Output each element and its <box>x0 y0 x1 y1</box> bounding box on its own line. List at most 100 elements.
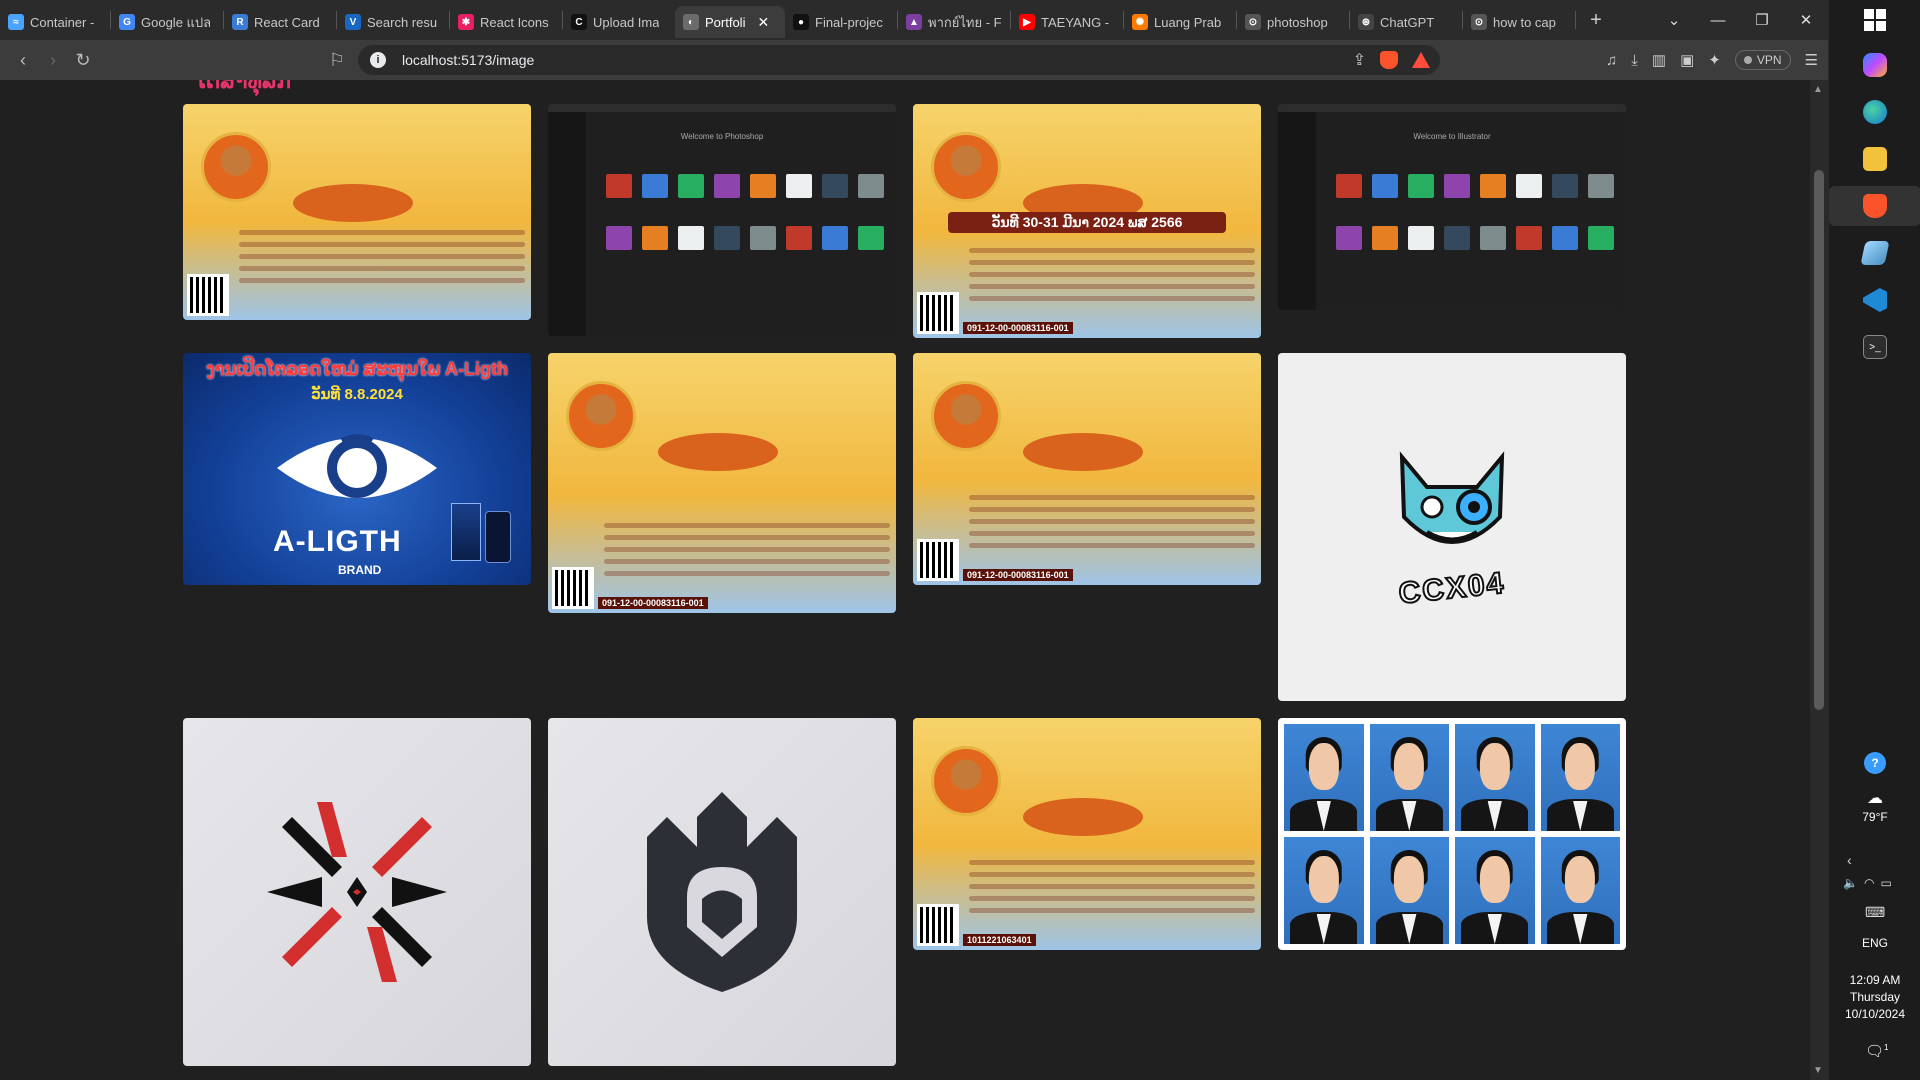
browser-tab[interactable]: ✺ Luang Prab <box>1124 6 1236 38</box>
logo-dark-shield[interactable] <box>548 718 896 1066</box>
keyboard-icon[interactable]: ⌨ <box>1865 904 1885 921</box>
address-bar[interactable]: i localhost:5173/image ⇪ <box>358 45 1440 75</box>
browser-tab[interactable]: V Search resu <box>337 6 449 38</box>
browser-tab[interactable]: R React Card <box>224 6 336 38</box>
downloads-icon[interactable]: ⤓ <box>1631 52 1638 69</box>
back-arrow-icon[interactable]: ‹ <box>8 45 38 75</box>
tab-search-chevron-icon[interactable]: ⌄ <box>1652 0 1696 40</box>
file-explorer-app[interactable] <box>1851 139 1899 179</box>
url-text[interactable]: localhost:5173/image <box>402 52 534 68</box>
poster-donation-list[interactable]: 1011221063401 <box>913 718 1261 950</box>
text-line <box>969 519 1255 524</box>
qr-code <box>552 567 594 609</box>
browser-tab[interactable]: ⊛ ChatGPT <box>1350 6 1462 38</box>
brave-shields-icon[interactable] <box>1380 51 1398 69</box>
ccx04-mascot: CCX04 <box>1382 447 1522 611</box>
screenshot-illustrator-welcome[interactable]: Welcome to Illustrator <box>1278 104 1626 310</box>
vscode-app[interactable] <box>1851 280 1899 320</box>
tab-title: ChatGPT <box>1380 14 1435 30</box>
ad-a-ligth[interactable]: ງານເປີດໂຕລອດໃຫມ່ ສະໜຸນໃພ A-Ligth ວັນທີ 8.… <box>183 353 531 585</box>
bookmark-icon[interactable]: ⚐ <box>322 45 352 75</box>
tab-title: พากย์ไทย - F <box>928 14 1002 30</box>
notification-icon[interactable]: 🗨1 <box>1865 1042 1889 1060</box>
portfolio-icon: ◐ <box>683 14 699 30</box>
react-card-icon: R <box>232 14 248 30</box>
recent-file-thumbnail <box>1588 226 1614 250</box>
recent-file-thumbnail <box>1372 174 1398 198</box>
forward-arrow-icon[interactable]: › <box>38 45 68 75</box>
terminal-app[interactable]: >_ <box>1851 327 1899 367</box>
scroll-down-icon[interactable]: ▼ <box>1813 1065 1823 1076</box>
browser-tab[interactable]: ⊙ how to cap <box>1463 6 1575 38</box>
browser-tab[interactable]: C Upload Ima <box>563 6 675 38</box>
tab-title: React Card <box>254 14 320 30</box>
screenshot-photoshop-welcome[interactable]: Welcome to Photoshop <box>548 104 896 336</box>
toolbar-actions: ♫ ⤓ ▥ ▣ ✦ VPN ☰ <box>1606 45 1818 75</box>
quick-settings[interactable]: 🔈 ◠ ▭ <box>1843 876 1892 890</box>
recent-file-thumbnail <box>858 226 884 250</box>
browser-tab[interactable]: ▶ TAEYANG - <box>1011 6 1123 38</box>
ad-title: ງານເປີດໂຕລອດໃຫມ່ ສະໜຸນໃພ A-Ligth <box>205 359 509 379</box>
google-translate-icon: G <box>119 14 135 30</box>
scroll-up-icon[interactable]: ▲ <box>1813 84 1823 95</box>
close-tab-icon[interactable]: ✕ <box>757 14 769 31</box>
site-info-icon[interactable]: i <box>370 52 386 68</box>
close-window-button[interactable]: ✕ <box>1784 0 1828 40</box>
tab-title: Google แปล <box>141 14 212 30</box>
weather-temp[interactable]: 79°F <box>1829 810 1920 824</box>
recent-file-thumbnail <box>750 226 776 250</box>
logo-ccx04[interactable]: CCX04 <box>1278 353 1626 701</box>
windows-logo-icon <box>1864 9 1886 31</box>
menu-icon[interactable]: ☰ <box>1805 51 1818 69</box>
scrollbar-thumb[interactable] <box>1814 170 1824 710</box>
volume-icon: 🔈 <box>1843 876 1858 890</box>
page-scrollbar[interactable]: ▲ ▼ <box>1810 80 1828 1080</box>
browser-tab[interactable]: ≈ Container - <box>0 6 110 38</box>
start-button[interactable] <box>1851 0 1899 40</box>
share-icon[interactable]: ⇪ <box>1353 50 1366 70</box>
wifi-icon: ◠ <box>1863 876 1875 890</box>
browser-tab[interactable]: ▲ พากย์ไทย - F <box>898 6 1010 38</box>
media-icon[interactable]: ♫ <box>1606 52 1617 69</box>
brave-app[interactable] <box>1829 186 1920 226</box>
restore-button[interactable]: ❐ <box>1740 0 1784 40</box>
tab-title: React Icons <box>480 14 549 30</box>
weather-icon[interactable]: ☁ <box>1829 788 1920 808</box>
robe-offering <box>658 433 778 471</box>
monk-portrait <box>931 132 1001 202</box>
tab-title: Container - <box>30 14 95 30</box>
brave-rewards-icon[interactable] <box>1412 52 1430 68</box>
sidebar-icon[interactable]: ▥ <box>1652 51 1666 69</box>
browser-tab[interactable]: ● Final-projec <box>785 6 897 38</box>
language-indicator[interactable]: ENG <box>1829 936 1920 950</box>
qr-code <box>917 539 959 581</box>
new-tab-button[interactable]: + <box>1580 4 1612 36</box>
copilot-icon <box>1863 53 1887 77</box>
chevron-left-icon[interactable]: ‹ <box>1847 852 1852 868</box>
vpn-button[interactable]: VPN <box>1734 50 1791 70</box>
eraser-icon <box>1860 241 1890 265</box>
vuetify-icon: V <box>345 14 361 30</box>
leo-ai-icon[interactable]: ✦ <box>1708 51 1721 69</box>
poster-boun-pha-vet[interactable]: ວັນທີ 30-31 ມີນາ 2024 ພສ 2566 091-12-00-0… <box>913 104 1261 338</box>
minimize-button[interactable]: — <box>1696 0 1740 40</box>
text-line <box>969 884 1255 889</box>
copilot-app[interactable] <box>1851 45 1899 85</box>
face <box>1479 856 1510 904</box>
clock[interactable]: 12:09 AM Thursday 10/10/2024 <box>1829 972 1920 1023</box>
logo-red-black-star[interactable] <box>183 718 531 1066</box>
browser-tab[interactable]: ◐ Portfoli ✕ <box>675 6 785 38</box>
poster-temple-festival[interactable]: 091-12-00-00083116-001 <box>913 353 1261 585</box>
browser-tab[interactable]: ⊙ photoshop <box>1237 6 1349 38</box>
edge-app[interactable] <box>1851 92 1899 132</box>
reload-icon[interactable]: ↻ <box>68 45 98 75</box>
wallet-icon[interactable]: ▣ <box>1680 51 1694 69</box>
poster-ordination[interactable]: 091-12-00-00083116-001 <box>548 353 896 613</box>
anime-icon: ▲ <box>906 14 922 30</box>
poster-monk-ceremony[interactable] <box>183 104 531 320</box>
help-icon[interactable]: ? <box>1864 752 1886 774</box>
browser-tab[interactable]: ✱ React Icons <box>450 6 562 38</box>
eraser-app[interactable] <box>1851 233 1899 273</box>
id-photo-sheet[interactable] <box>1278 718 1626 950</box>
browser-tab[interactable]: G Google แปล <box>111 6 223 38</box>
